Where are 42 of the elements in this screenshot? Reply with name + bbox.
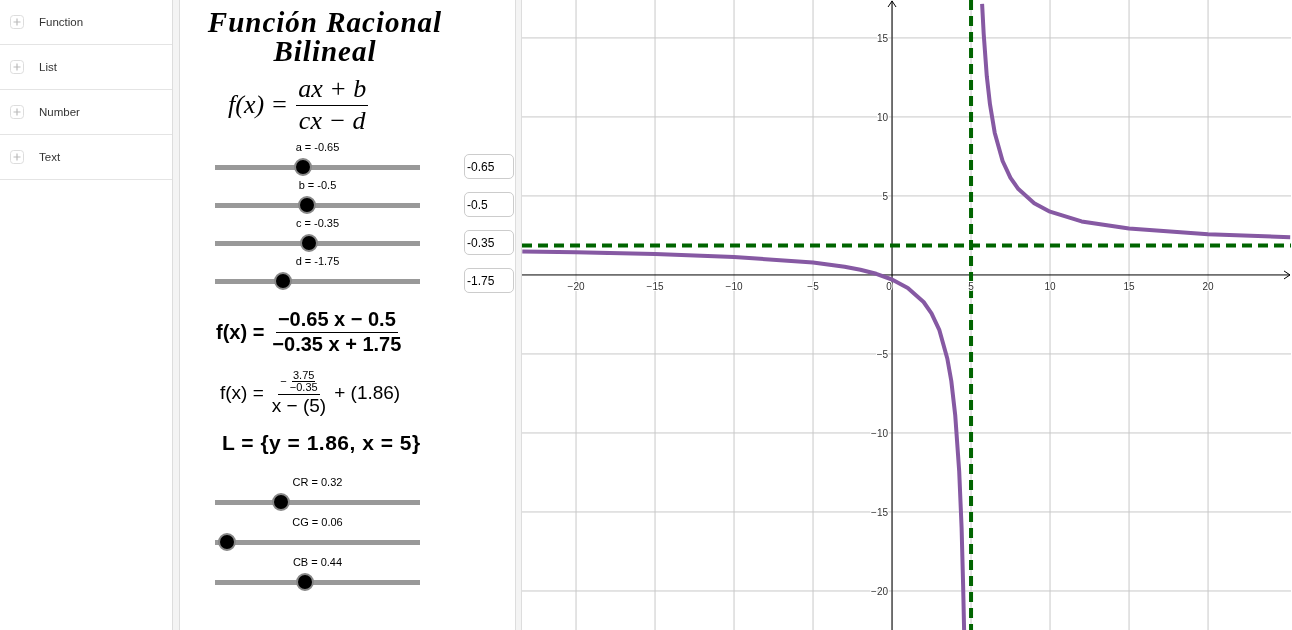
axis-label: 20 xyxy=(1202,280,1214,292)
input-field[interactable]: -1.75 xyxy=(464,268,514,293)
axis-label: −20 xyxy=(567,280,585,292)
axis-label: 10 xyxy=(1044,280,1056,292)
math-formula: L = {y = 1.86, x = 5} xyxy=(222,431,421,455)
plus-icon xyxy=(10,15,24,29)
input-field[interactable]: -0.65 xyxy=(464,154,514,179)
axis-label: 10 xyxy=(876,111,889,123)
slider-label: a = -0.65 xyxy=(295,140,340,155)
sidebar-item[interactable]: Function xyxy=(0,0,172,45)
plus-icon xyxy=(10,60,24,74)
sidebar-item[interactable]: Text xyxy=(0,135,172,180)
slider-label: b = -0.5 xyxy=(298,178,337,193)
slider-label: c = -0.35 xyxy=(295,216,340,231)
plus-icon xyxy=(10,150,24,164)
input-field[interactable]: -0.35 xyxy=(464,230,514,255)
axis-label: −5 xyxy=(807,280,819,292)
input-field[interactable]: -0.5 xyxy=(464,192,514,217)
slider-thumb[interactable] xyxy=(273,272,292,290)
slider-thumb[interactable] xyxy=(300,234,319,252)
plus-icon xyxy=(10,105,24,119)
slider-thumb[interactable] xyxy=(298,196,317,214)
slider-label: CB = 0.44 xyxy=(292,555,343,570)
axis-label: −15 xyxy=(646,280,664,292)
axis-label: −5 xyxy=(876,348,889,360)
axis-label: −10 xyxy=(725,280,743,292)
slider-label: CG = 0.06 xyxy=(292,515,343,530)
slider-thumb[interactable] xyxy=(271,493,290,511)
slider-label: d = -1.75 xyxy=(295,254,340,269)
axis-label: 15 xyxy=(876,32,889,44)
sidebar-item[interactable]: List xyxy=(0,45,172,90)
axis-label: 5 xyxy=(882,190,889,202)
sidebar-item[interactable]: Number xyxy=(0,90,172,135)
panel-title: Función Racional Bilineal xyxy=(206,8,444,66)
axis-label: −20 xyxy=(871,585,889,597)
axis-label: −15 xyxy=(871,506,889,518)
slider-thumb[interactable] xyxy=(218,533,237,551)
axis-label: −10 xyxy=(871,427,889,439)
axis-label: 15 xyxy=(1123,280,1135,292)
slider-label: CR = 0.32 xyxy=(292,475,343,490)
slider-thumb[interactable] xyxy=(294,158,313,176)
slider-thumb[interactable] xyxy=(296,573,315,591)
